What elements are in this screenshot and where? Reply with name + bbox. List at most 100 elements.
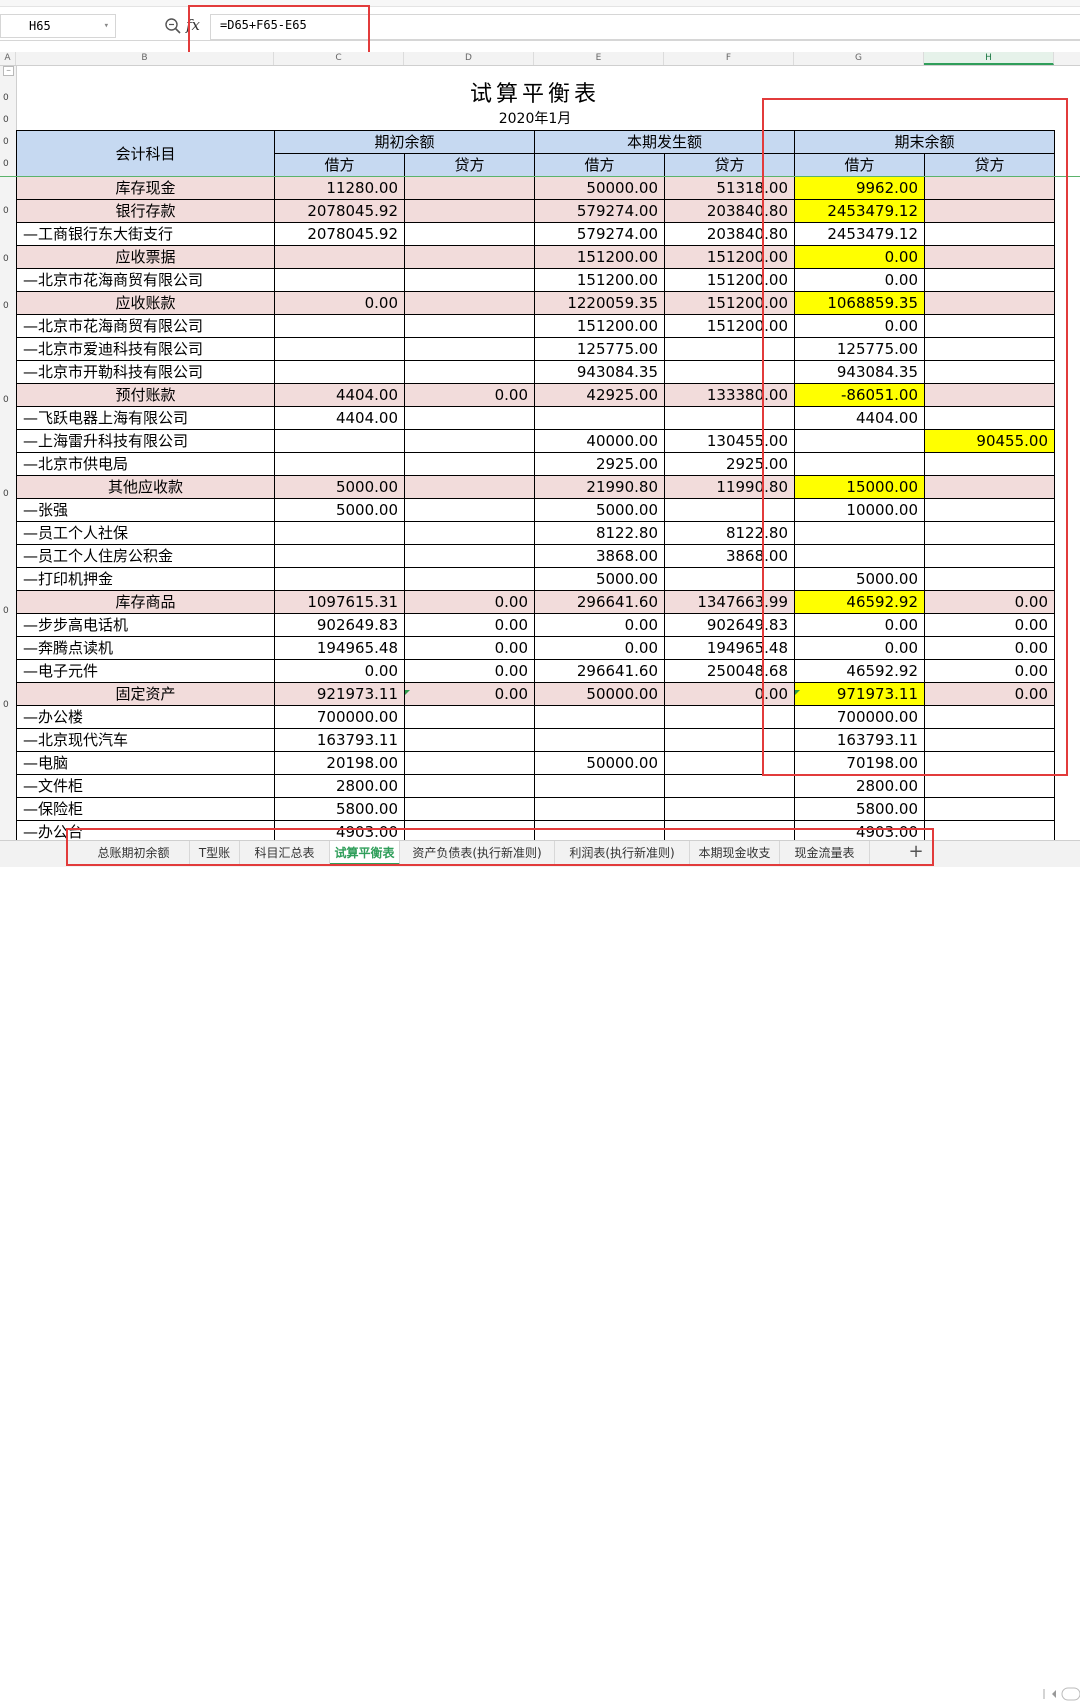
amount-cell-e[interactable]: 3868.00 — [534, 544, 665, 568]
column-header-g[interactable]: G — [794, 52, 924, 65]
amount-cell-c[interactable]: 20198.00 — [274, 751, 405, 775]
amount-cell-e[interactable]: 1220059.35 — [534, 291, 665, 315]
collapse-icon[interactable]: − — [3, 66, 14, 76]
amount-cell-d[interactable] — [404, 406, 535, 430]
amount-cell-d[interactable]: 0.00 — [404, 682, 535, 706]
amount-cell-e[interactable]: 0.00 — [534, 636, 665, 660]
header-account[interactable]: 会计科目 — [16, 130, 275, 177]
amount-cell-c[interactable]: 2078045.92 — [274, 199, 405, 223]
amount-cell-d[interactable] — [404, 521, 535, 545]
row-number[interactable]: 0 — [3, 301, 9, 311]
amount-cell-c[interactable]: 2800.00 — [274, 774, 405, 798]
account-name-cell[interactable]: 应收账款 — [16, 291, 275, 315]
amount-cell-e[interactable]: 21990.80 — [534, 475, 665, 499]
horizontal-scroll-icon[interactable] — [1040, 1686, 1080, 1702]
amount-cell-e[interactable]: 2925.00 — [534, 452, 665, 476]
amount-cell-d[interactable]: 0.00 — [404, 613, 535, 637]
amount-cell-c[interactable]: 5000.00 — [274, 475, 405, 499]
amount-cell-c[interactable]: 163793.11 — [274, 728, 405, 752]
account-name-cell[interactable]: —办公楼 — [16, 705, 275, 729]
amount-cell-c[interactable] — [274, 567, 405, 591]
amount-cell-d[interactable] — [404, 797, 535, 821]
amount-cell-e[interactable]: 943084.35 — [534, 360, 665, 384]
amount-cell-d[interactable] — [404, 452, 535, 476]
amount-cell-c[interactable] — [274, 245, 405, 269]
account-name-cell[interactable]: 固定资产 — [16, 682, 275, 706]
amount-cell-h[interactable] — [924, 774, 1055, 798]
zoom-icon[interactable] — [164, 17, 182, 35]
amount-cell-d[interactable] — [404, 314, 535, 338]
name-box[interactable]: H65 ▾ — [0, 14, 116, 38]
row-number[interactable]: 0 — [3, 489, 9, 499]
amount-cell-e[interactable]: 0.00 — [534, 613, 665, 637]
amount-cell-c[interactable] — [274, 452, 405, 476]
account-name-cell[interactable]: —北京现代汽车 — [16, 728, 275, 752]
column-header-a[interactable]: A — [0, 52, 16, 65]
amount-cell-e[interactable]: 579274.00 — [534, 222, 665, 246]
amount-cell-d[interactable] — [404, 498, 535, 522]
row-number[interactable]: 0 — [3, 115, 9, 125]
amount-cell-d[interactable] — [404, 705, 535, 729]
amount-cell-g[interactable]: 2800.00 — [794, 774, 925, 798]
amount-cell-c[interactable]: 11280.00 — [274, 176, 405, 200]
amount-cell-c[interactable]: 921973.11 — [274, 682, 405, 706]
amount-cell-e[interactable]: 50000.00 — [534, 176, 665, 200]
amount-cell-e[interactable] — [534, 705, 665, 729]
header-period-debit[interactable]: 借方 — [534, 153, 665, 177]
amount-cell-e[interactable] — [534, 797, 665, 821]
account-name-cell[interactable]: —飞跃电器上海有限公司 — [16, 406, 275, 430]
account-name-cell[interactable]: —员工个人社保 — [16, 521, 275, 545]
amount-cell-c[interactable]: 4404.00 — [274, 406, 405, 430]
account-name-cell[interactable]: —北京市开勒科技有限公司 — [16, 360, 275, 384]
amount-cell-e[interactable]: 579274.00 — [534, 199, 665, 223]
row-number[interactable]: 0 — [3, 159, 9, 169]
amount-cell-d[interactable] — [404, 360, 535, 384]
amount-cell-h[interactable] — [924, 797, 1055, 821]
amount-cell-c[interactable]: 2078045.92 — [274, 222, 405, 246]
account-name-cell[interactable]: —上海雷升科技有限公司 — [16, 429, 275, 453]
account-name-cell[interactable]: 预付账款 — [16, 383, 275, 407]
amount-cell-d[interactable] — [404, 429, 535, 453]
amount-cell-d[interactable] — [404, 245, 535, 269]
amount-cell-d[interactable]: 0.00 — [404, 383, 535, 407]
header-opening-credit[interactable]: 贷方 — [404, 153, 535, 177]
amount-cell-e[interactable]: 151200.00 — [534, 268, 665, 292]
row-number[interactable]: 0 — [3, 254, 9, 264]
amount-cell-c[interactable] — [274, 268, 405, 292]
header-period-amount[interactable]: 本期发生额 — [534, 130, 795, 154]
amount-cell-d[interactable] — [404, 544, 535, 568]
amount-cell-e[interactable]: 40000.00 — [534, 429, 665, 453]
account-name-cell[interactable]: —北京市爱迪科技有限公司 — [16, 337, 275, 361]
amount-cell-f[interactable] — [664, 797, 795, 821]
account-name-cell[interactable]: —步步高电话机 — [16, 613, 275, 637]
amount-cell-d[interactable] — [404, 567, 535, 591]
account-name-cell[interactable]: —奔腾点读机 — [16, 636, 275, 660]
amount-cell-e[interactable]: 151200.00 — [534, 314, 665, 338]
amount-cell-d[interactable] — [404, 268, 535, 292]
amount-cell-d[interactable] — [404, 199, 535, 223]
amount-cell-c[interactable] — [274, 429, 405, 453]
amount-cell-e[interactable]: 50000.00 — [534, 682, 665, 706]
account-name-cell[interactable]: —北京市花海商贸有限公司 — [16, 314, 275, 338]
amount-cell-e[interactable] — [534, 406, 665, 430]
row-number[interactable]: 0 — [3, 700, 9, 710]
amount-cell-e[interactable]: 8122.80 — [534, 521, 665, 545]
amount-cell-c[interactable]: 0.00 — [274, 291, 405, 315]
amount-cell-f[interactable] — [664, 774, 795, 798]
account-name-cell[interactable]: —北京市花海商贸有限公司 — [16, 268, 275, 292]
column-header-h[interactable]: H — [924, 52, 1054, 65]
amount-cell-d[interactable] — [404, 475, 535, 499]
account-name-cell[interactable]: —打印机押金 — [16, 567, 275, 591]
amount-cell-d[interactable]: 0.00 — [404, 590, 535, 614]
row-number[interactable]: 0 — [3, 606, 9, 616]
amount-cell-d[interactable] — [404, 337, 535, 361]
amount-cell-d[interactable] — [404, 176, 535, 200]
amount-cell-d[interactable] — [404, 774, 535, 798]
amount-cell-d[interactable]: 0.00 — [404, 659, 535, 683]
account-name-cell[interactable]: 应收票据 — [16, 245, 275, 269]
amount-cell-e[interactable]: 5000.00 — [534, 498, 665, 522]
amount-cell-e[interactable] — [534, 774, 665, 798]
amount-cell-g[interactable]: 5800.00 — [794, 797, 925, 821]
amount-cell-c[interactable]: 4404.00 — [274, 383, 405, 407]
amount-cell-c[interactable]: 194965.48 — [274, 636, 405, 660]
